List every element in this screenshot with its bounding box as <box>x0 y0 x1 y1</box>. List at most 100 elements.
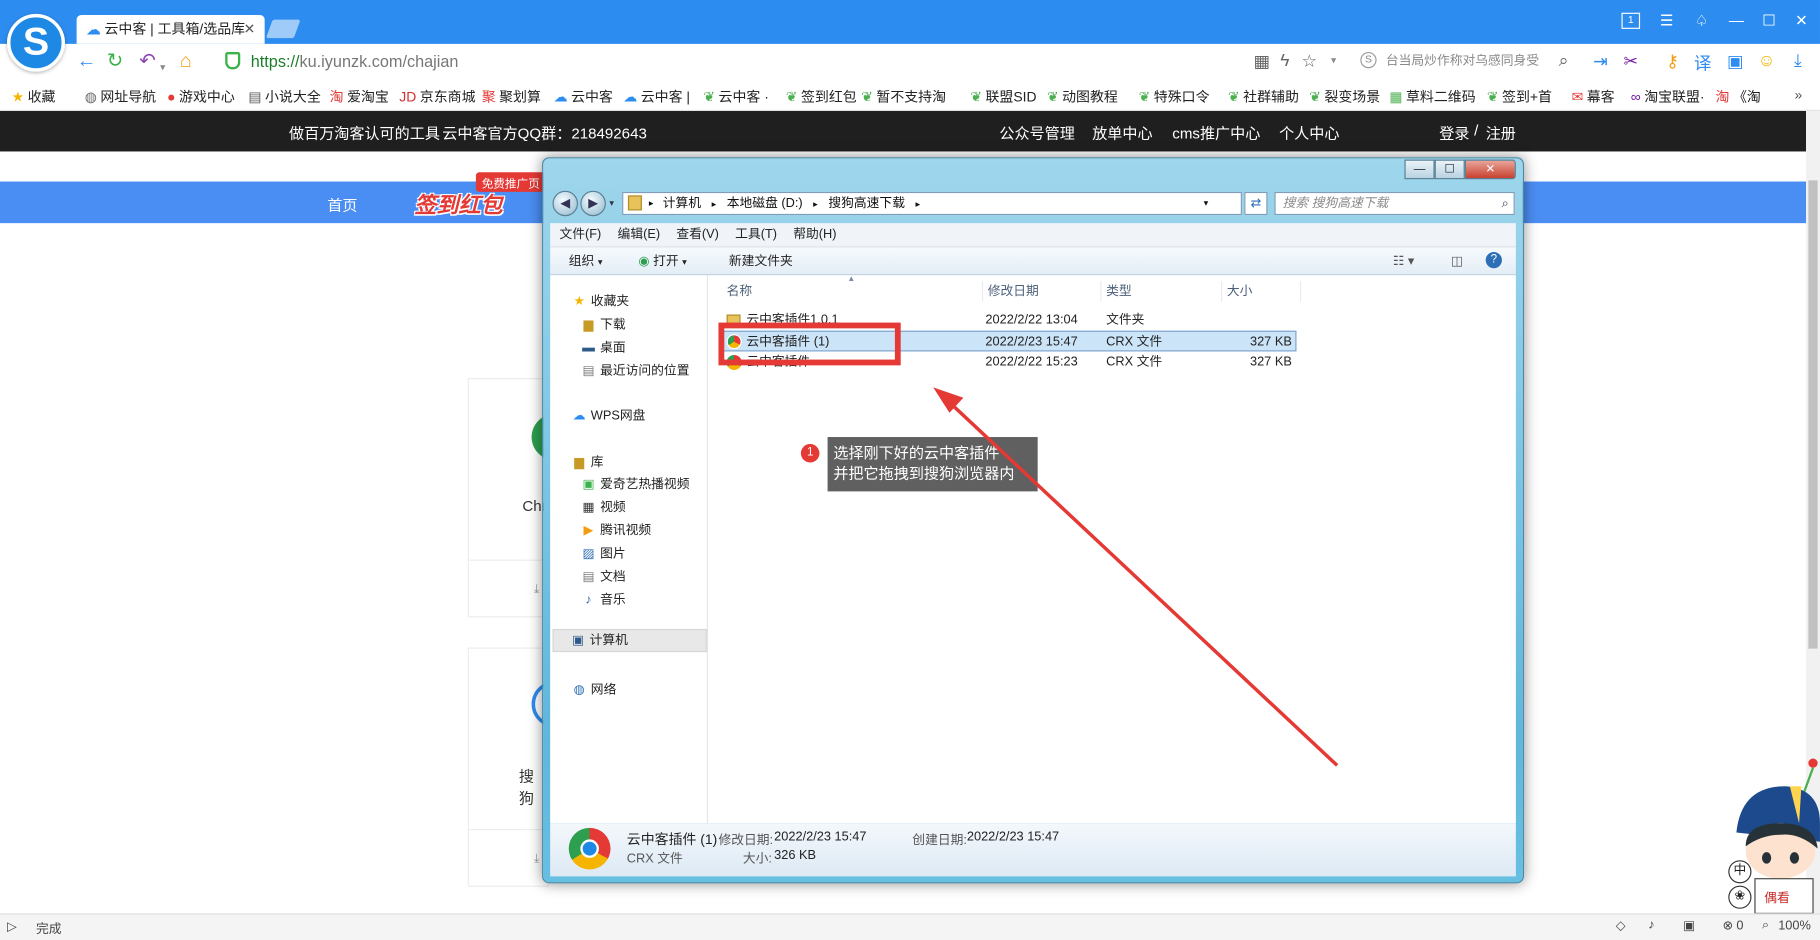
bookmark-6[interactable]: 聚聚划算 <box>482 87 541 107</box>
nav-tencent-video[interactable]: ▶ 腾讯视频 <box>580 520 652 538</box>
nav-favorites[interactable]: ★ 收藏夹 <box>571 291 629 309</box>
dropdown-icon[interactable]: ▾ <box>1323 54 1344 67</box>
new-tab-button[interactable] <box>265 19 301 39</box>
sogou-logo[interactable]: S <box>6 13 65 72</box>
zoom-icon[interactable]: ⌕ <box>1762 918 1769 933</box>
home-icon[interactable]: ⌂ <box>180 50 192 73</box>
search-icon[interactable]: ⌕ <box>1502 193 1509 214</box>
bookmark-4[interactable]: 淘爱淘宝 <box>330 87 389 107</box>
bookmark-12[interactable]: ❦ 联盟SID <box>970 87 1036 107</box>
bookmark-3[interactable]: ▤ 小说大全 <box>248 87 320 107</box>
column-size[interactable]: 大小 <box>1222 280 1302 302</box>
nav-videos[interactable]: ▦ 视频 <box>580 497 625 515</box>
scrollbar-thumb[interactable] <box>1808 180 1818 649</box>
nav-home[interactable]: 首页 <box>327 193 357 215</box>
bookmark-0[interactable]: ★ 收藏 <box>12 87 56 107</box>
bookmark-star-icon[interactable]: ☆ <box>1299 51 1320 72</box>
bookmark-14[interactable]: ❦ 特殊口令 <box>1139 87 1210 107</box>
undo-dropdown-icon[interactable]: ▾ <box>160 55 165 78</box>
nav-cms-center[interactable]: cms推广中心 <box>1172 121 1260 143</box>
bookmark-1[interactable]: ◍ 网址导航 <box>85 87 156 107</box>
nav-documents[interactable]: ▤ 文档 <box>580 567 625 585</box>
speaker-icon[interactable]: ♪ <box>1648 918 1654 932</box>
key-icon[interactable]: ⚷ <box>1662 51 1683 72</box>
explorer-search-input[interactable]: 搜索 搜狗高速下载 ⌕ <box>1274 191 1515 216</box>
back-icon[interactable]: ← <box>77 50 97 73</box>
nav-network[interactable]: ◍ 网络 <box>571 680 617 698</box>
column-date[interactable]: 修改日期 <box>983 280 1102 302</box>
open-button[interactable]: ◉ 打开 ▾ <box>638 247 686 276</box>
window-icon[interactable]: ▣ <box>1725 51 1746 72</box>
menu-help[interactable]: 帮助(H) <box>793 228 836 242</box>
undo-icon[interactable]: ↶ <box>139 50 156 73</box>
explorer-refresh-button[interactable]: ⇄ <box>1244 191 1268 216</box>
menu-icon[interactable]: ☰ <box>1655 12 1678 30</box>
bookmark-8[interactable]: ☁ 云中客 | <box>623 87 690 107</box>
bookmark-7[interactable]: ☁ 云中客 <box>554 87 613 107</box>
search-icon[interactable]: ⌕ <box>1553 51 1574 71</box>
download-icon[interactable]: ⤓ <box>534 852 540 867</box>
nav-iqiyi[interactable]: ▣ 爱奇艺热播视频 <box>580 474 689 492</box>
breadcrumb-folder[interactable]: 搜狗高速下载 <box>828 197 905 211</box>
register-link[interactable]: 注册 <box>1486 121 1516 143</box>
nav-music[interactable]: ♪ 音乐 <box>580 590 625 608</box>
search-input[interactable]: S 台当局炒作称对乌感同身受 <box>1356 49 1577 74</box>
nav-order-center[interactable]: 放单中心 <box>1092 121 1152 143</box>
menu-edit[interactable]: 编辑(E) <box>618 228 661 242</box>
sidebar-toggle-icon[interactable]: ▷ <box>7 919 17 934</box>
bookmark-11[interactable]: ❦ 暂不支持淘 <box>861 87 946 107</box>
smiley-icon[interactable]: ☺ <box>1756 51 1777 71</box>
breadcrumb-computer[interactable]: 计算机 <box>663 197 701 211</box>
bookmark-18[interactable]: ❦ 签到+首 <box>1487 87 1552 107</box>
zoom-level[interactable]: 100% <box>1778 919 1811 933</box>
translate-icon[interactable]: 译 <box>1692 51 1713 75</box>
bookmark-2[interactable]: ● 游戏中心 <box>167 87 235 107</box>
nav-wps[interactable]: ☁ WPS网盘 <box>571 406 646 424</box>
recent-locations-icon[interactable]: ▾ <box>609 198 614 208</box>
nav-hongbao[interactable]: 签到红包 <box>414 188 502 219</box>
skin-icon[interactable]: ♤ <box>1690 12 1713 30</box>
explorer-maximize-button[interactable]: ☐ <box>1434 159 1465 180</box>
view-options-icon[interactable]: ☷ ▾ <box>1393 247 1414 275</box>
tab-close-icon[interactable]: ✕ <box>244 15 256 44</box>
address-dropdown-icon[interactable]: ▾ <box>1204 193 1209 214</box>
nav-recent[interactable]: ▤ 最近访问的位置 <box>580 361 689 379</box>
download-icon[interactable]: ⤓ <box>534 583 540 598</box>
bookmark-13[interactable]: ❦ 动图教程 <box>1047 87 1118 107</box>
bookmark-5[interactable]: JD 京东商城 <box>399 87 475 107</box>
more-bookmarks-icon[interactable]: » <box>1794 87 1802 103</box>
menu-view[interactable]: 查看(V) <box>676 228 719 242</box>
ime-mascot[interactable]: 偶看 中 ❀ <box>1728 752 1820 914</box>
new-folder-button[interactable]: 新建文件夹 <box>729 247 793 275</box>
explorer-close-button[interactable]: ✕ <box>1464 159 1516 180</box>
close-button[interactable]: ✕ <box>1790 12 1813 30</box>
browser-tab-active[interactable]: ☁ 云中客 | 工具箱/选品库 ✕ <box>76 15 265 44</box>
shield-icon[interactable]: ◇ <box>1616 918 1626 933</box>
file-explorer-window[interactable]: — ☐ ✕ ◀ ▶ ▾ ▸ 计算机 ▸ 本地磁盘 (D:) ▸ 搜狗高速下载 ▸… <box>542 157 1524 884</box>
explorer-minimize-button[interactable]: — <box>1404 159 1435 180</box>
plugin-card-chrome[interactable]: Chr ⤓ <box>467 378 579 618</box>
window-icon[interactable]: ▣ <box>1683 918 1695 933</box>
refresh-icon[interactable]: ↻ <box>107 50 124 73</box>
nav-personal-center[interactable]: 个人中心 <box>1279 121 1339 143</box>
minimize-button[interactable]: — <box>1725 12 1748 29</box>
help-icon[interactable]: ? <box>1485 252 1502 269</box>
address-bar[interactable]: https://ku.iyunzk.com/chajian <box>218 49 1390 74</box>
lightning-icon[interactable]: ϟ <box>1274 51 1295 71</box>
login-icon[interactable]: ⇥ <box>1590 51 1611 72</box>
plugin-card-sogou[interactable]: 搜狗 ⤓ <box>467 647 579 887</box>
nav-downloads[interactable]: ▆ 下载 <box>580 314 626 332</box>
adblock-icon[interactable]: ⊗ <box>1722 918 1733 933</box>
menu-file[interactable]: 文件(F) <box>559 228 601 242</box>
preview-pane-icon[interactable]: ◫ <box>1451 247 1463 275</box>
bookmark-16[interactable]: ❦ 裂变场景 <box>1309 87 1380 107</box>
nav-computer[interactable]: ▣ 计算机 <box>552 628 707 653</box>
explorer-address-bar[interactable]: ▸ 计算机 ▸ 本地磁盘 (D:) ▸ 搜狗高速下载 ▸ ▾ <box>622 191 1242 216</box>
bookmark-10[interactable]: ❦ 签到红包 <box>786 87 857 107</box>
ime-chinese-toggle[interactable]: 中 <box>1728 860 1752 884</box>
menu-tools[interactable]: 工具(T) <box>735 228 777 242</box>
bookmark-20[interactable]: ∞ 淘宝联盟· <box>1631 87 1705 107</box>
maximize-button[interactable]: ☐ <box>1757 12 1780 30</box>
nav-library[interactable]: ▆ 库 <box>571 452 603 470</box>
breadcrumb-drive[interactable]: 本地磁盘 (D:) <box>727 197 803 211</box>
